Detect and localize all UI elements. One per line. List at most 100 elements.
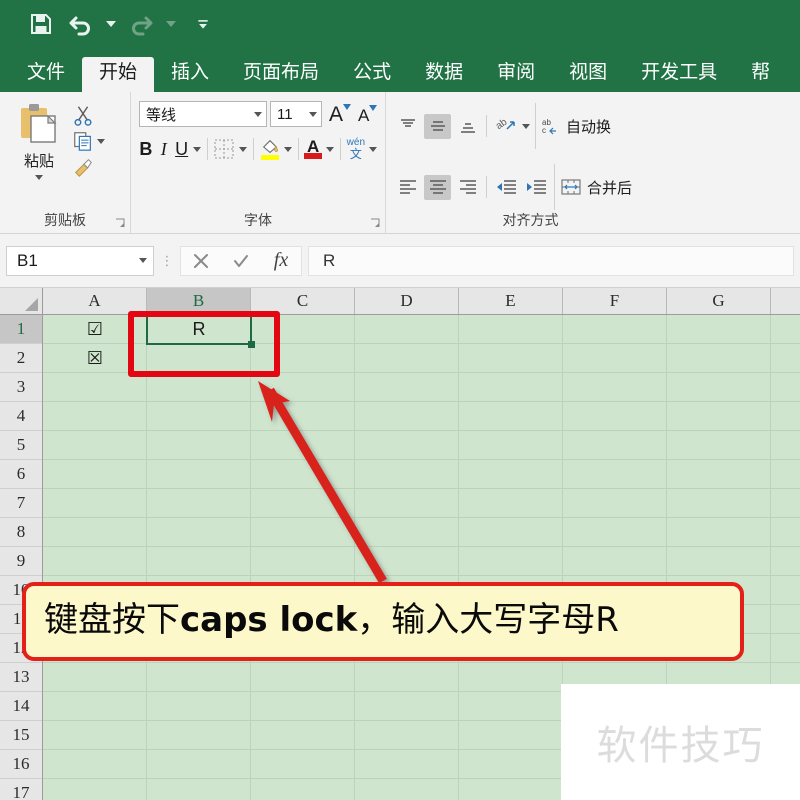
clipboard-dialog-launcher-icon[interactable] xyxy=(115,218,126,229)
increase-font-size-button[interactable]: A xyxy=(329,103,352,125)
row-header-8[interactable]: 8 xyxy=(0,518,42,547)
merge-cells-button[interactable]: 合并后 xyxy=(560,177,632,198)
row-header-16[interactable]: 16 xyxy=(0,750,42,779)
customize-qat-icon[interactable] xyxy=(196,7,210,41)
row-header-7[interactable]: 7 xyxy=(0,489,42,518)
align-right-button[interactable] xyxy=(454,175,481,200)
font-color-button[interactable]: A xyxy=(304,138,323,159)
row-header-15[interactable]: 15 xyxy=(0,721,42,750)
cancel-entry-button[interactable] xyxy=(181,247,221,275)
tab-file[interactable]: 文件 xyxy=(10,57,82,92)
row-header-13[interactable]: 13 xyxy=(0,663,42,692)
paste-dropdown-icon[interactable] xyxy=(35,175,43,180)
align-left-button[interactable] xyxy=(394,175,421,200)
divider xyxy=(340,138,341,160)
row-header-9[interactable]: 9 xyxy=(0,547,42,576)
orientation-button[interactable]: ab xyxy=(492,114,519,139)
tab-home[interactable]: 开始 xyxy=(82,57,155,92)
column-header-d[interactable]: D xyxy=(355,288,459,314)
row-header-5[interactable]: 5 xyxy=(0,431,42,460)
borders-button[interactable] xyxy=(213,137,235,161)
font-size-combobox[interactable]: 11 xyxy=(270,101,322,127)
formula-bar-grip[interactable]: ⋮ xyxy=(154,254,180,267)
save-icon[interactable] xyxy=(24,7,58,41)
tab-view[interactable]: 视图 xyxy=(552,57,624,92)
confirm-entry-button[interactable] xyxy=(221,247,261,275)
italic-button[interactable]: I xyxy=(157,136,171,162)
tab-review[interactable]: 审阅 xyxy=(480,57,552,92)
row-header-3[interactable]: 3 xyxy=(0,373,42,402)
align-middle-button[interactable] xyxy=(424,113,451,139)
decrease-font-size-button[interactable]: A xyxy=(358,104,378,124)
row-header-6[interactable]: 6 xyxy=(0,460,42,489)
ribbon-group-clipboard: 粘贴 剪贴板 xyxy=(0,92,130,234)
cut-button[interactable] xyxy=(72,104,105,126)
tab-formulas[interactable]: 公式 xyxy=(336,57,408,92)
callout-text-en: caps lock xyxy=(180,600,358,640)
font-size-dropdown-icon[interactable] xyxy=(309,111,317,117)
copy-icon xyxy=(74,132,91,151)
increase-indent-button[interactable] xyxy=(522,175,549,200)
copy-button[interactable] xyxy=(72,130,105,152)
tab-insert[interactable]: 插入 xyxy=(154,57,226,92)
callout-text-cn2: ，输入大写 xyxy=(357,600,528,640)
align-top-button[interactable] xyxy=(394,114,421,139)
column-header-e[interactable]: E xyxy=(459,288,563,314)
font-dialog-launcher-icon[interactable] xyxy=(370,218,381,229)
callout-text-line2: 字母R xyxy=(527,600,619,640)
column-header-c[interactable]: C xyxy=(251,288,355,314)
fill-handle[interactable] xyxy=(248,341,255,348)
cell-a2[interactable]: ☒ xyxy=(43,344,147,373)
column-header-g[interactable]: G xyxy=(667,288,771,314)
redo-icon xyxy=(124,7,158,41)
align-center-button[interactable] xyxy=(424,174,451,200)
phonetic-dropdown-icon[interactable] xyxy=(369,146,378,152)
cell-a1[interactable]: ☑ xyxy=(43,315,147,344)
align-top-icon xyxy=(400,119,415,127)
fill-color-dropdown-icon[interactable] xyxy=(283,146,292,152)
phonetic-guide-button[interactable]: wén 文 xyxy=(347,138,365,161)
underline-dropdown-icon[interactable] xyxy=(192,146,201,152)
paste-button[interactable]: 粘贴 xyxy=(8,100,70,180)
undo-dropdown-icon[interactable] xyxy=(104,7,118,41)
copy-dropdown-icon[interactable] xyxy=(97,138,105,144)
tab-data[interactable]: 数据 xyxy=(408,57,480,92)
fill-color-button[interactable] xyxy=(260,138,280,160)
bold-button[interactable]: B xyxy=(139,136,153,162)
font-color-dropdown-icon[interactable] xyxy=(326,146,335,152)
row-header-2[interactable]: 2 xyxy=(0,344,42,373)
row-header-4[interactable]: 4 xyxy=(0,402,42,431)
column-header-a[interactable]: A xyxy=(43,288,147,314)
tab-help[interactable]: 帮 xyxy=(734,57,787,92)
underline-button[interactable]: U xyxy=(175,136,189,162)
align-bottom-button[interactable] xyxy=(454,114,481,139)
check-icon xyxy=(234,254,248,267)
name-box-value: B1 xyxy=(17,250,38,270)
font-name-dropdown-icon[interactable] xyxy=(254,111,262,117)
select-all-button[interactable] xyxy=(0,288,43,314)
row-headers: 1 2 3 4 5 6 7 8 9 10 11 12 13 14 15 16 1… xyxy=(0,315,43,800)
row-header-17[interactable]: 17 xyxy=(0,779,42,800)
decrease-indent-button[interactable] xyxy=(492,175,519,200)
insert-function-button[interactable]: fx xyxy=(261,247,301,275)
divider xyxy=(206,138,208,160)
format-painter-button[interactable] xyxy=(72,156,105,178)
orientation-dropdown-icon[interactable] xyxy=(522,123,530,129)
name-box[interactable]: B1 xyxy=(6,245,154,276)
bold-label: B xyxy=(139,138,153,159)
column-header-b[interactable]: B xyxy=(147,288,251,314)
wrap-text-button[interactable]: ab c 自动换 xyxy=(541,116,611,137)
tab-developer[interactable]: 开发工具 xyxy=(624,57,734,92)
row-header-1[interactable]: 1 xyxy=(0,315,42,344)
undo-icon[interactable] xyxy=(64,7,98,41)
tab-page-layout[interactable]: 页面布局 xyxy=(226,57,336,92)
redo-dropdown-icon[interactable] xyxy=(164,7,178,41)
align-center-icon xyxy=(429,180,446,194)
row-header-14[interactable]: 14 xyxy=(0,692,42,721)
borders-dropdown-icon[interactable] xyxy=(239,146,248,152)
name-box-dropdown-icon[interactable] xyxy=(139,258,147,263)
formula-input[interactable]: R xyxy=(308,245,794,276)
font-name-combobox[interactable]: 等线 xyxy=(139,101,267,127)
align-middle-icon xyxy=(430,121,445,131)
column-header-f[interactable]: F xyxy=(563,288,667,314)
